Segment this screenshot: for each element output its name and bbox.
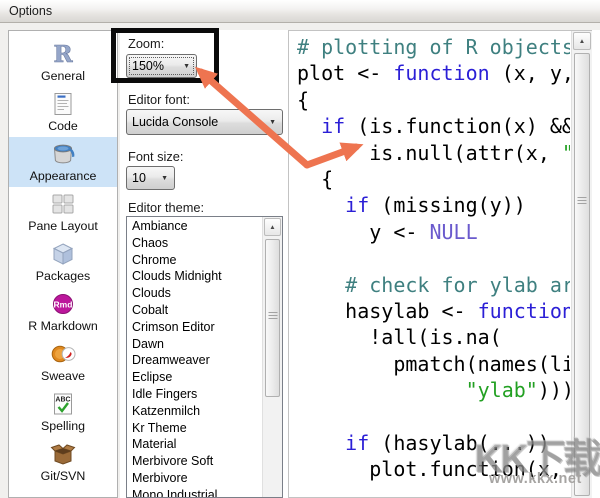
- scroll-up-button[interactable]: ▲: [264, 218, 281, 236]
- svg-text:ABC: ABC: [55, 397, 70, 404]
- code-line: {: [297, 166, 570, 192]
- theme-option-dreamweaver[interactable]: Dreamweaver: [127, 352, 282, 369]
- sidebar-item-general[interactable]: R General: [9, 37, 117, 87]
- sidebar-item-label: Appearance: [30, 169, 97, 183]
- sidebar-item-packages[interactable]: Packages: [9, 237, 117, 287]
- abc-check-icon: ABC: [50, 391, 76, 417]
- code-line: {: [297, 87, 570, 113]
- titlebar[interactable]: Options: [0, 0, 600, 23]
- r-logo-icon: R: [50, 41, 76, 67]
- thumb-grip: [268, 312, 277, 320]
- sidebar-item-label: Sweave: [41, 369, 85, 383]
- sidebar-item-code[interactable]: Code: [9, 87, 117, 137]
- theme-option-kr-theme[interactable]: Kr Theme: [127, 420, 282, 437]
- editor-font-select[interactable]: Lucida Console ▼: [126, 109, 283, 135]
- git-box-icon: [50, 441, 76, 467]
- font-size-label: Font size:: [128, 149, 183, 164]
- theme-option-chaos[interactable]: Chaos: [127, 235, 282, 252]
- code-line: is.null(attr(x, "class"))): [297, 140, 570, 166]
- theme-option-merbivore[interactable]: Merbivore: [127, 470, 282, 487]
- theme-options: AmbianceChaosChromeClouds MidnightClouds…: [127, 217, 282, 498]
- theme-option-clouds-midnight[interactable]: Clouds Midnight: [127, 268, 282, 285]
- rmd-badge-icon: Rmd: [50, 291, 76, 317]
- theme-option-material[interactable]: Material: [127, 436, 282, 453]
- zoom-label: Zoom:: [128, 36, 164, 51]
- scroll-up-icon: ▲: [269, 224, 275, 231]
- scroll-up-icon: ▲: [579, 38, 585, 45]
- sweave-pdf-icon: [50, 341, 76, 367]
- theme-option-crimson-editor[interactable]: Crimson Editor: [127, 319, 282, 336]
- sidebar-item-spelling[interactable]: ABC Spelling: [9, 387, 117, 437]
- sidebar-item-git-svn[interactable]: Git/SVN: [9, 437, 117, 487]
- theme-option-dawn[interactable]: Dawn: [127, 336, 282, 353]
- window-title: Options: [0, 4, 52, 18]
- sidebar-item-label: Git/SVN: [41, 469, 86, 483]
- scroll-up-button[interactable]: ▲: [573, 32, 591, 50]
- paint-can-icon: [50, 141, 76, 167]
- theme-list-scrollbar[interactable]: ▲: [262, 217, 282, 497]
- svg-text:R: R: [53, 41, 73, 67]
- code-line: plot.function(x, y, ...): [297, 456, 570, 482]
- code-scrollbar[interactable]: ▲: [571, 31, 592, 498]
- sidebar-item-label: Packages: [36, 269, 90, 283]
- code-line: [297, 245, 570, 271]
- zoom-select[interactable]: 150% ▼: [126, 54, 197, 78]
- sidebar-item-sweave[interactable]: Sweave: [9, 337, 117, 387]
- sidebar-item-pane-layout[interactable]: Pane Layout: [9, 187, 117, 237]
- sidebar-item-label: Code: [48, 119, 78, 133]
- font-size-select[interactable]: 10 ▼: [126, 166, 175, 190]
- sidebar-item-label: Spelling: [41, 419, 85, 433]
- theme-option-ambiance[interactable]: Ambiance: [127, 218, 282, 235]
- theme-option-eclipse[interactable]: Eclipse: [127, 369, 282, 386]
- svg-text:Rmd: Rmd: [54, 299, 73, 309]
- code-line: !all(is.na(: [297, 324, 570, 350]
- theme-option-cobalt[interactable]: Cobalt: [127, 302, 282, 319]
- scrollbar-thumb[interactable]: [574, 53, 590, 496]
- code-line: hasylab <- function(...): [297, 298, 570, 324]
- code-line: # check for ylab argument: [297, 272, 570, 298]
- code-line: "ylab"))): [297, 377, 570, 403]
- sidebar-item-label: General: [41, 69, 85, 83]
- chevron-down-icon: ▼: [181, 63, 196, 70]
- code-line: if (is.function(x) &&: [297, 113, 570, 139]
- code-line: y <- NULL: [297, 219, 570, 245]
- code-line: plot <- function (x, y, ...): [297, 60, 570, 86]
- sidebar-item-appearance[interactable]: Appearance: [9, 137, 117, 187]
- editor-font-value: Lucida Console: [127, 115, 267, 129]
- thumb-grip: [578, 197, 587, 205]
- package-cube-icon: [50, 241, 76, 267]
- code-line: pmatch(names(list(...)),: [297, 351, 570, 377]
- editor-theme-list[interactable]: AmbianceChaosChromeClouds MidnightClouds…: [126, 216, 283, 498]
- theme-option-merbivore-soft[interactable]: Merbivore Soft: [127, 453, 282, 470]
- code-line: # plotting of R objects: [297, 34, 570, 60]
- sidebar-item-label: Pane Layout: [28, 219, 98, 233]
- scrollbar-thumb[interactable]: [265, 239, 280, 397]
- zoom-value: 150%: [127, 59, 181, 73]
- theme-option-chrome[interactable]: Chrome: [127, 252, 282, 269]
- editor-theme-label: Editor theme:: [128, 200, 204, 215]
- chevron-down-icon: ▼: [159, 175, 174, 182]
- code-preview: # plotting of R objectsplot <- function …: [289, 31, 570, 497]
- theme-option-mono-industrial[interactable]: Mono Industrial: [127, 487, 282, 498]
- code-line: if (missing(y)): [297, 192, 570, 218]
- editor-font-label: Editor font:: [128, 92, 190, 107]
- code-line: [297, 403, 570, 429]
- sidebar-item-label: R Markdown: [28, 319, 98, 333]
- code-document-icon: [50, 91, 76, 117]
- pane-grid-icon: [50, 191, 76, 217]
- options-dialog: Options R General Code Appearance Pane Layou…: [0, 0, 600, 498]
- sidebar-item-r-markdown[interactable]: Rmd R Markdown: [9, 287, 117, 337]
- sidebar: R General Code Appearance Pane Layout Package…: [8, 30, 118, 498]
- theme-option-idle-fingers[interactable]: Idle Fingers: [127, 386, 282, 403]
- theme-option-katzenmilch[interactable]: Katzenmilch: [127, 403, 282, 420]
- font-size-value: 10: [127, 171, 159, 185]
- code-line: if (hasylab(...)): [297, 430, 570, 456]
- theme-option-clouds[interactable]: Clouds: [127, 285, 282, 302]
- chevron-down-icon: ▼: [267, 119, 282, 126]
